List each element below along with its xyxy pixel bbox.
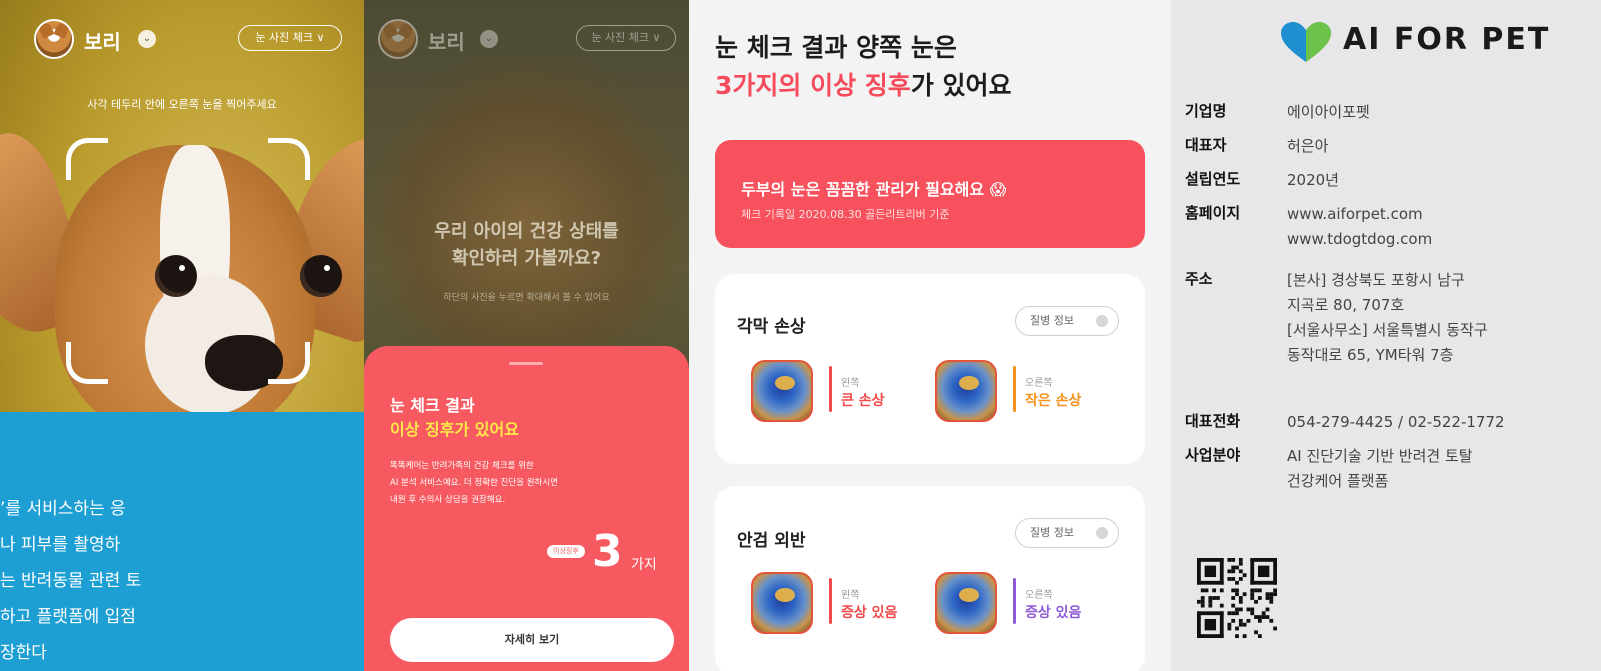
info-key: 주소 <box>1185 270 1213 288</box>
sheet-handle[interactable] <box>509 362 543 365</box>
detail-title: 눈 체크 결과 양쪽 눈은 <box>715 33 957 62</box>
severity-value: 증상 있음 <box>1025 605 1082 621</box>
heart-logo-icon <box>1281 22 1331 62</box>
info-key: 홈페이지 <box>1185 204 1241 222</box>
caption-line: 하고 플랫폼에 입점 <box>0 607 136 627</box>
disease-name: 안검 외반 <box>737 531 806 551</box>
result-headline: 이상 징후가 있어요 <box>390 420 519 439</box>
info-key: 사업분야 <box>1185 446 1241 464</box>
dog-photo <box>0 105 364 435</box>
help-icon <box>1096 315 1108 327</box>
overlay-subtitle: 하단의 사진을 누르면 확대해서 볼 수 있어요 <box>443 293 610 303</box>
detail-title-line2: 3가지의 이상 징후가 있어요 <box>715 71 1012 100</box>
right-eye-thumbnail[interactable] <box>935 360 997 422</box>
disease-card: 각막 손상 질병 정보 왼쪽 큰 손상 오른쪽 작은 손상 <box>715 274 1145 464</box>
company-logo-text: AI FOR PET <box>1343 22 1551 57</box>
severity-value: 증상 있음 <box>841 605 898 621</box>
alert-subtext: 체크 기록일 2020.08.30 골든리트리버 기준 <box>741 208 950 221</box>
care-alert-banner: 두부의 눈은 꼼꼼한 관리가 필요해요 😱 체크 기록일 2020.08.30 … <box>715 140 1145 248</box>
camera-guide-text: 사각 테두리 안에 오른쪽 눈을 찍어주세요 <box>87 98 277 111</box>
view-details-button[interactable]: 자세히 보기 <box>390 618 674 662</box>
caption-line: 장한다 <box>0 643 47 663</box>
disease-name: 각막 손상 <box>737 317 806 337</box>
caption-box: ’를 서비스하는 응 나 피부를 촬영하 는 반려동물 관련 토 하고 플랫폼에… <box>0 412 364 671</box>
result-bottom-sheet: 눈 체크 결과 이상 징후가 있어요 똑똑케어는 반려가족의 건강 체크를 위한… <box>364 346 689 671</box>
info-key: 설립연도 <box>1185 170 1241 188</box>
anomaly-count-tag: 이상징후 <box>547 545 585 558</box>
company-info-panel: AI FOR PET 기업명 에이아이포펫대표자 허은아설립연도 2020년홈페이지 w… <box>1171 0 1601 671</box>
caption-line: ’를 서비스하는 응 <box>0 499 126 519</box>
frame-corner-icon <box>66 138 108 180</box>
pet-name: 보리 <box>84 30 121 54</box>
caption-line: 나 피부를 촬영하 <box>0 535 121 555</box>
left-eye-thumbnail[interactable] <box>751 360 813 422</box>
side-label: 왼쪽 <box>841 378 860 389</box>
app-header: 보리 ⌄ 눈 사진 체크 ∨ <box>364 0 689 80</box>
qr-code-icon <box>1197 558 1277 638</box>
caption-line: 는 반려동물 관련 토 <box>0 571 142 591</box>
info-value: AI 진단기술 기반 반려견 토탈 건강케어 플랫폼 <box>1287 447 1473 490</box>
info-value: 054-279-4425 / 02-522-1772 <box>1287 413 1505 431</box>
pet-avatar <box>378 19 418 59</box>
severity-value: 큰 손상 <box>841 393 885 409</box>
overlay-title: 우리 아이의 건강 상태를 확인하러 가볼까요? <box>434 221 619 269</box>
camera-screen: 보리 ⌄ 눈 사진 체크 ∨ 사각 테두리 안에 오른쪽 눈을 찍어주세요 ’를… <box>0 0 364 671</box>
dog-photo-dimmed <box>364 60 689 360</box>
severity-bar <box>829 578 832 624</box>
anomaly-count: 3 <box>592 526 623 577</box>
anomaly-count-unit: 가지 <box>631 557 657 573</box>
result-screen: 보리 ⌄ 눈 사진 체크 ∨ 우리 아이의 건강 상태를 확인하러 가볼까요? … <box>364 0 689 671</box>
help-icon <box>1096 527 1108 539</box>
alert-heading: 두부의 눈은 꼼꼼한 관리가 필요해요 😱 <box>741 180 1007 199</box>
pet-avatar[interactable] <box>34 19 74 59</box>
info-value: [본사] 경상북도 포항시 남구 지곡로 80, 707호 [서울사무소] 서울특별… <box>1287 271 1488 364</box>
side-label: 오른쪽 <box>1025 378 1053 389</box>
info-value: 허은아 <box>1287 137 1329 155</box>
eye-check-selector[interactable]: 눈 사진 체크 ∨ <box>238 25 342 51</box>
side-label: 왼쪽 <box>841 590 860 601</box>
frame-corner-icon <box>268 138 310 180</box>
severity-value: 작은 손상 <box>1025 393 1082 409</box>
detail-screen: 눈 체크 결과 양쪽 눈은 3가지의 이상 징후가 있어요 두부의 눈은 꼼꼼한… <box>689 0 1171 671</box>
result-title: 눈 체크 결과 <box>390 396 475 415</box>
left-eye-thumbnail[interactable] <box>751 572 813 634</box>
chevron-down-icon: ⌄ <box>480 30 498 48</box>
side-label: 오른쪽 <box>1025 590 1053 601</box>
frame-corner-icon <box>66 342 108 384</box>
info-value: 에이아이포펫 <box>1287 103 1370 121</box>
info-key: 대표전화 <box>1185 412 1241 430</box>
disease-info-button[interactable]: 질병 정보 <box>1015 306 1119 336</box>
disease-info-button[interactable]: 질병 정보 <box>1015 518 1119 548</box>
disease-card: 안검 외반 질병 정보 왼쪽 증상 있음 오른쪽 증상 있음 <box>715 486 1145 671</box>
app-header: 보리 ⌄ 눈 사진 체크 ∨ <box>0 0 364 80</box>
chevron-down-icon[interactable]: ⌄ <box>138 30 156 48</box>
info-value: 2020년 <box>1287 171 1339 189</box>
pet-name: 보리 <box>428 30 465 54</box>
severity-bar <box>829 366 832 412</box>
info-value: www.aiforpet.com www.tdogtdog.com <box>1287 205 1433 248</box>
severity-bar <box>1013 366 1016 412</box>
severity-bar <box>1013 578 1016 624</box>
result-description: 똑똑케어는 반려가족의 건강 체크를 위한 AI 분석 서비스예요. 더 정확한… <box>390 461 558 505</box>
eye-check-selector: 눈 사진 체크 ∨ <box>576 25 676 51</box>
right-eye-thumbnail[interactable] <box>935 572 997 634</box>
info-key: 기업명 <box>1185 102 1227 120</box>
info-key: 대표자 <box>1185 136 1227 154</box>
